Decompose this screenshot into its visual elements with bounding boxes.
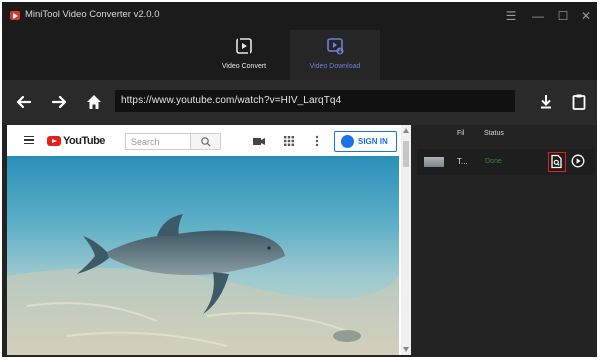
sign-in-label: SIGN IN [358, 137, 388, 146]
video-thumbnail [424, 157, 444, 167]
download-row[interactable]: T... Done [417, 149, 595, 175]
search-icon [201, 137, 211, 147]
menu-icon[interactable] [24, 136, 34, 144]
video-download-icon [327, 38, 344, 55]
video-frame-dolphin [7, 156, 399, 355]
url-text: https://www.youtube.com/watch?v=HIV_Larq… [121, 95, 342, 106]
column-header-file: Fil [457, 130, 465, 137]
scroll-up-icon[interactable] [403, 128, 409, 133]
apps-grid-icon[interactable] [282, 134, 296, 148]
youtube-logo-text[interactable]: YouTube [63, 135, 105, 147]
home-icon[interactable] [84, 92, 104, 112]
browser-view[interactable]: YouTube Search SIGN IN [7, 125, 411, 355]
forward-arrow-icon[interactable] [49, 92, 69, 112]
account-icon [341, 135, 354, 148]
video-convert-icon [236, 38, 252, 54]
column-header-status: Status [484, 130, 504, 137]
url-input[interactable]: https://www.youtube.com/watch?v=HIV_Larq… [115, 90, 515, 112]
app-window: MiniTool Video Converter v2.0.0 ☰ — ☐ ✕ … [2, 2, 597, 357]
app-title: MiniTool Video Converter v2.0.0 [25, 9, 160, 20]
tab-video-convert-label: Video Convert [221, 63, 267, 70]
search-input[interactable]: Search [125, 133, 191, 150]
download-status: Done [485, 158, 502, 165]
scroll-down-icon[interactable] [403, 347, 409, 352]
minimize-icon[interactable]: — [529, 7, 547, 25]
vertical-scrollbar[interactable] [401, 125, 411, 355]
search-button[interactable] [191, 133, 221, 150]
download-panel: Fil Status T... Done [415, 125, 597, 357]
scroll-thumb[interactable] [403, 141, 409, 167]
tab-video-download[interactable]: Video Download [290, 30, 380, 80]
app-logo-icon [10, 11, 20, 20]
youtube-logo-icon[interactable] [47, 136, 61, 146]
create-video-icon[interactable] [252, 134, 266, 148]
mode-tabs: Video Convert Video Download [2, 30, 597, 80]
menu-icon[interactable]: ☰ [502, 7, 520, 25]
nav-bar: https://www.youtube.com/watch?v=HIV_Larq… [2, 80, 597, 125]
file-location-icon [551, 154, 562, 169]
download-icon[interactable] [536, 92, 556, 112]
clipboard-icon[interactable] [569, 92, 589, 112]
video-player[interactable] [7, 156, 399, 355]
tab-video-download-label: Video Download [309, 63, 361, 70]
maximize-icon[interactable]: ☐ [554, 7, 572, 25]
youtube-header: YouTube Search SIGN IN [7, 125, 401, 156]
download-title: T... [457, 157, 468, 166]
tab-video-convert[interactable]: Video Convert [199, 30, 289, 80]
open-folder-button[interactable] [548, 152, 566, 172]
sign-in-button[interactable]: SIGN IN [334, 131, 397, 152]
back-arrow-icon[interactable] [14, 92, 34, 112]
more-vert-icon[interactable] [310, 134, 324, 148]
close-icon[interactable]: ✕ [577, 7, 595, 25]
title-bar: MiniTool Video Converter v2.0.0 ☰ — ☐ ✕ [2, 2, 597, 30]
play-icon[interactable] [571, 154, 585, 168]
